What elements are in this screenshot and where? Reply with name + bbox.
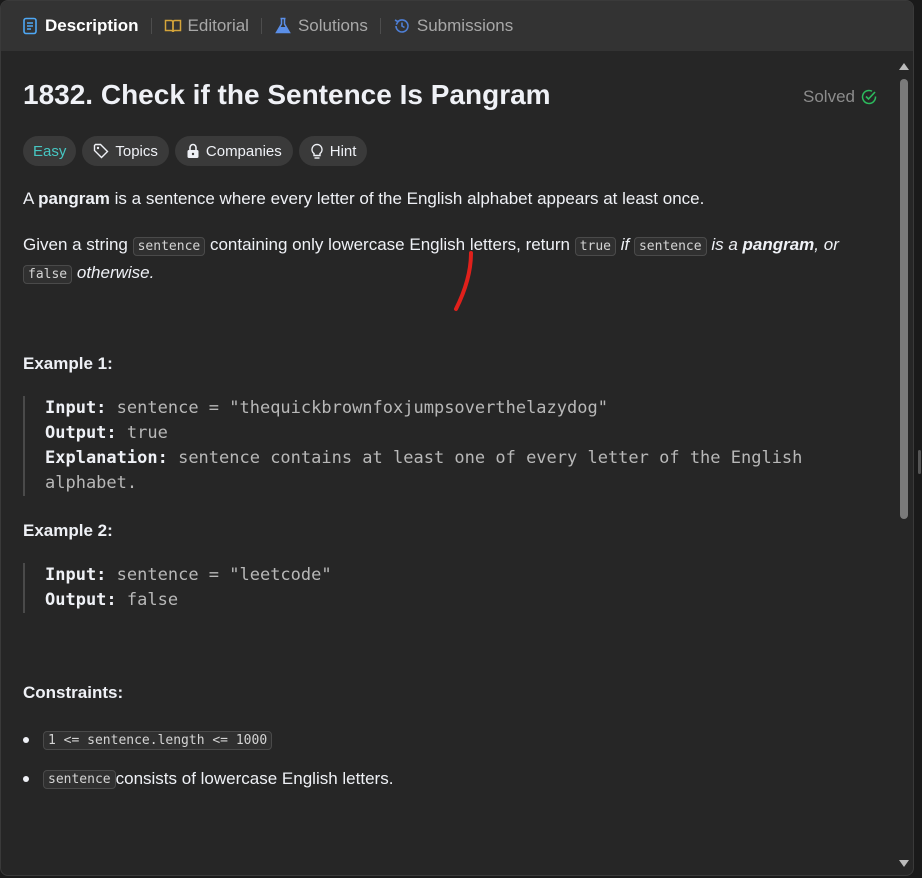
tab-label: Submissions [416,16,514,35]
companies-button[interactable]: Companies [174,136,293,166]
scrollbar-thumb[interactable] [900,79,908,519]
scroll-down-arrow-icon[interactable] [899,860,909,867]
inline-code: 1 <= sentence.length <= 1000 [43,730,273,750]
topics-label: Topics [115,142,158,160]
tab-submissions[interactable]: Submissions [389,16,517,36]
list-item: 1 <= sentence.length <= 1000 [23,727,393,753]
lightbulb-icon [310,143,324,160]
constraints-list: 1 <= sentence.length <= 1000 sentence co… [23,727,393,805]
flask-icon [274,17,292,35]
inline-code: false [23,265,73,284]
description-icon [21,17,39,35]
inline-code: true [574,237,617,256]
panel-resize-handle[interactable] [918,450,921,474]
solved-status: Solved [803,87,877,107]
bullet-dot [23,776,29,782]
solved-label: Solved [803,87,855,106]
history-icon [393,17,411,35]
tab-label: Solutions [297,16,368,35]
constraints-heading: Constraints: [23,683,124,702]
description-paragraph-1: A pangram is a sentence where every lett… [23,189,705,208]
inline-code: sentence [633,237,707,256]
example-1-heading: Example 1: [23,354,113,373]
tag-chips: Easy Topics Companies Hint [23,136,368,166]
bold-term: pangram [742,235,815,254]
topics-button[interactable]: Topics [82,136,169,166]
scroll-up-arrow-icon[interactable] [899,63,909,70]
difficulty-label: Easy [33,142,67,160]
difficulty-badge[interactable]: Easy [23,136,77,166]
hint-button[interactable]: Hint [298,136,368,166]
tab-label: Description [45,16,139,35]
bullet-dot [23,737,29,743]
tab-divider [150,18,152,34]
hint-label: Hint [329,142,357,160]
example-1-block: Input: sentence = "thequickbrownfoxjumps… [23,396,865,496]
check-circle-icon [861,89,877,105]
tab-divider [379,18,381,34]
book-icon [164,17,182,35]
red-annotation-stroke [454,251,473,311]
tab-description[interactable]: Description [17,16,143,36]
problem-panel: Description Editorial Solutions Submissi… [0,0,914,876]
tab-editorial[interactable]: Editorial [160,16,253,36]
inline-code: sentence [43,769,116,789]
inline-code: sentence [132,237,206,256]
lock-icon [186,143,200,159]
companies-label: Companies [205,142,282,160]
vertical-scrollbar[interactable] [899,59,909,871]
bold-term: pangram [38,189,110,208]
tab-bar: Description Editorial Solutions Submissi… [1,1,913,51]
problem-title: 1832. Check if the Sentence Is Pangram [23,79,551,110]
tag-icon [93,143,109,159]
list-item: sentence consists of lowercase English l… [23,766,393,792]
tab-divider [260,18,262,34]
tab-label: Editorial [187,16,249,35]
example-2-block: Input: sentence = "leetcode" Output: fal… [23,563,865,613]
tab-solutions[interactable]: Solutions [270,16,372,36]
example-2-heading: Example 2: [23,521,113,540]
